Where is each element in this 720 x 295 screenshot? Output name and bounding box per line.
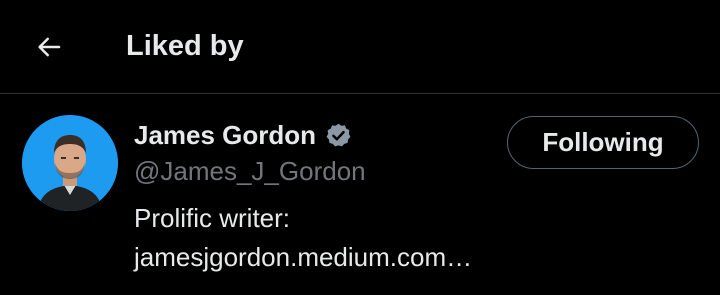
following-button[interactable]: Following [507,116,699,169]
profile-photo [22,115,118,211]
user-cell[interactable]: James Gordon @James_J_Gordon Prolific wr… [0,95,720,295]
page-title: Liked by [126,30,244,62]
user-bio: Prolific writer: jamesjgordon.medium.com… [134,199,584,277]
avatar[interactable] [22,115,118,211]
arrow-left-icon [38,37,61,57]
name-line: James Gordon [134,119,352,151]
verified-badge-icon [325,122,352,149]
user-handle: @James_J_Gordon [134,156,366,186]
top-bar: Liked by [0,0,720,94]
bio-line: Prolific writer: [134,203,291,233]
bio-link[interactable]: jamesjgordon.medium.com… [134,238,584,277]
back-button[interactable] [26,24,72,70]
display-name[interactable]: James Gordon [134,119,316,151]
